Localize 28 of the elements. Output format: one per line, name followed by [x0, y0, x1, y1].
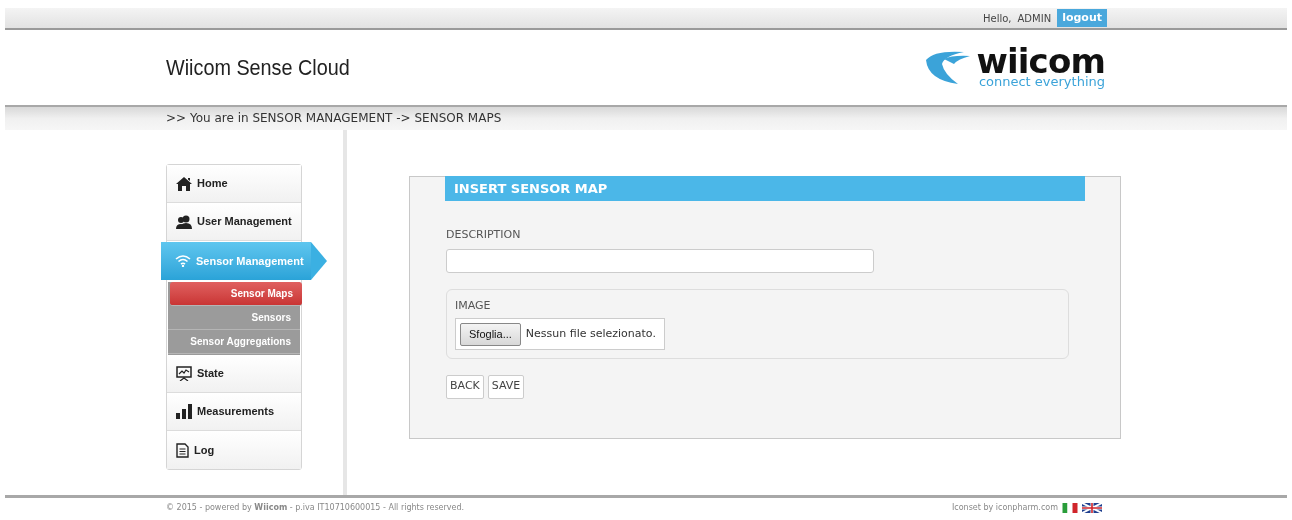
logo-tagline: connect everything	[978, 75, 1105, 88]
form-title-bar: INSERT SENSOR MAP	[445, 176, 1085, 201]
sidebar-item[interactable]: Home	[167, 165, 301, 203]
arrow-tip-icon	[311, 242, 327, 280]
flag-icon	[1082, 503, 1102, 513]
monitor-chart-icon	[176, 366, 192, 381]
form-button[interactable]: SAVE	[487, 374, 525, 399]
description-label: DESCRIPTION	[446, 227, 522, 243]
logo-wordmark: wiicom	[976, 47, 1105, 75]
image-label: IMAGE	[455, 297, 492, 314]
site-title: Wiicom Sense Cloud	[166, 54, 350, 82]
bar-chart-icon	[176, 404, 192, 419]
form-button[interactable]: BACK	[446, 374, 484, 399]
document-icon	[176, 442, 189, 458]
users-icon	[176, 214, 192, 229]
file-picker[interactable]: Sfoglia... Nessun file selezionato.	[455, 318, 665, 350]
wifi-icon	[175, 255, 191, 267]
greeting-text: Hello,	[983, 11, 1012, 26]
file-status-text: Nessun file selezionato.	[525, 325, 656, 342]
home-icon	[176, 176, 192, 191]
flag-icon	[1062, 503, 1078, 513]
iconset-credit: Iconset by iconpharm.com	[951, 502, 1058, 514]
username-text: ADMIN	[1017, 11, 1052, 26]
description-input[interactable]	[446, 248, 874, 273]
submenu-item[interactable]: Sensor Maps	[170, 282, 302, 306]
browse-button[interactable]: Sfoglia...	[460, 322, 521, 346]
copyright-text: © 2015 - powered by Wiicom - p.iva IT10710600015 - All rights reserved.	[166, 502, 465, 514]
breadcrumb-text: >> You are in SENSOR MANAGEMENT -> SENSOR MAPS	[166, 110, 502, 127]
